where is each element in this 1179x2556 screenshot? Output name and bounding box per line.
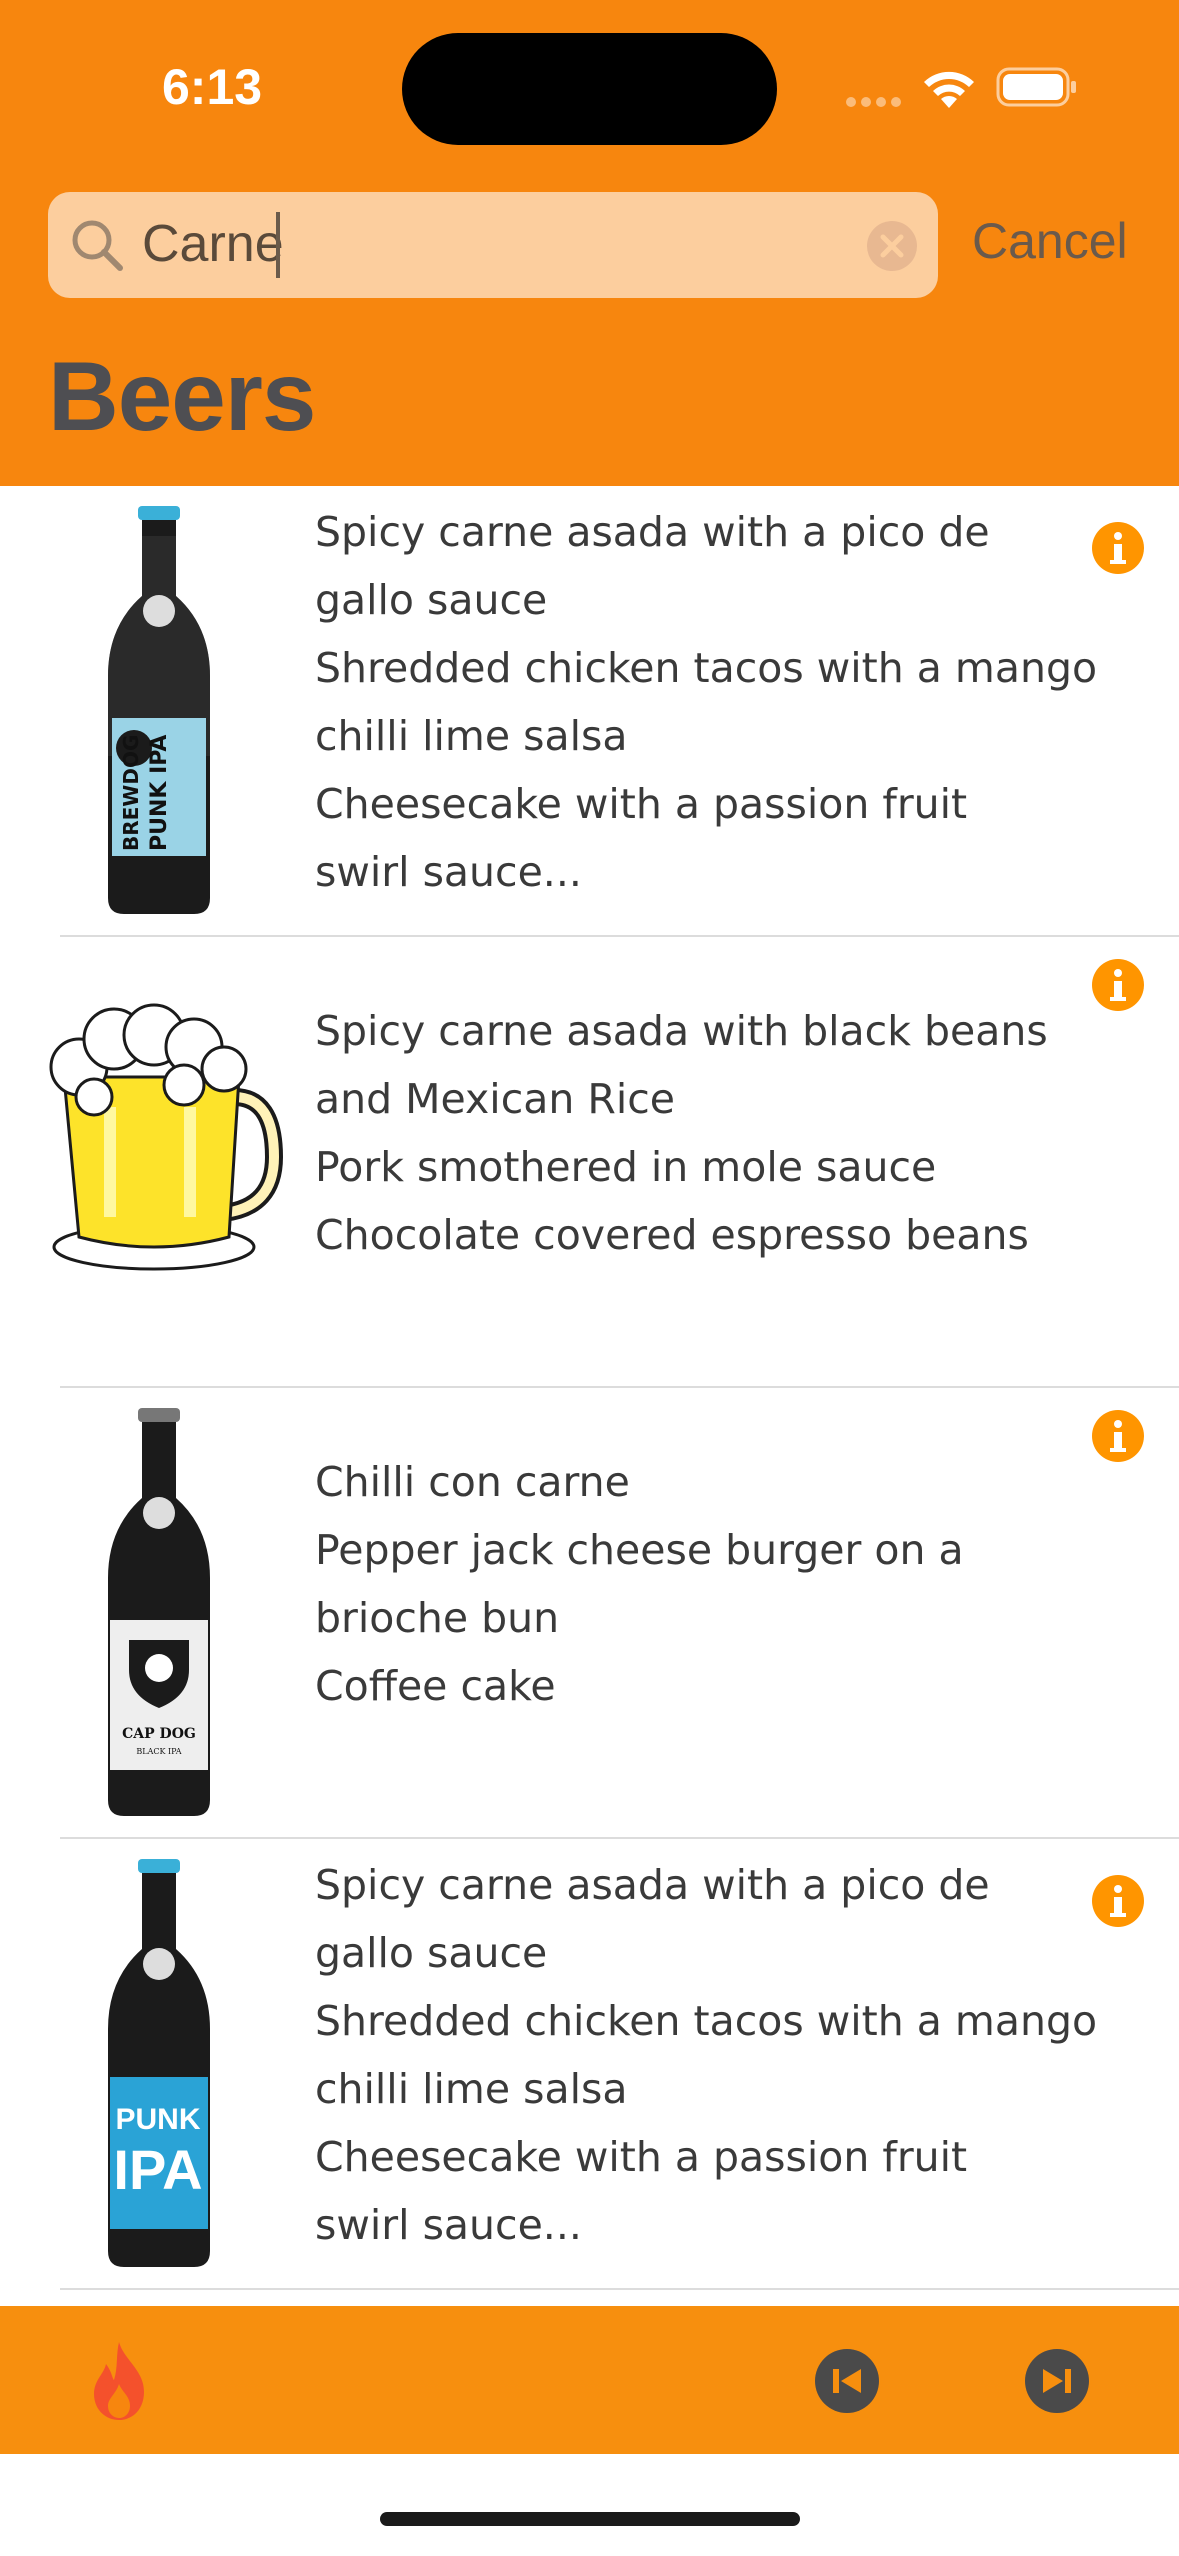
food-pairing-text: Chilli con carne Pepper jack cheese burg… <box>315 1458 964 1710</box>
food-pairing-text: Spicy carne asada with a pico de gallo s… <box>315 508 1098 896</box>
bottom-toolbar <box>0 2306 1179 2454</box>
previous-page-icon[interactable] <box>814 2348 880 2414</box>
beer-bottle-image: BREWDOG PUNK IPA <box>108 506 210 914</box>
home-indicator[interactable] <box>380 2512 800 2526</box>
beer-results-list[interactable]: BREWDOG PUNK IPA Spicy carne asada with … <box>0 486 1179 2306</box>
cellular-signal-icon <box>846 94 906 112</box>
search-field[interactable]: Carne <box>48 192 938 298</box>
status-time: 6:13 <box>162 59 263 115</box>
page-title: Beers <box>48 341 316 451</box>
flame-icon[interactable] <box>86 2340 152 2422</box>
next-page-icon[interactable] <box>1024 2348 1090 2414</box>
cancel-button[interactable]: Cancel <box>972 212 1128 270</box>
list-item[interactable]: PUNK IPA Spicy carne asada with a pico d… <box>0 1839 1179 2290</box>
food-pairing-text: Spicy carne asada with black beans and M… <box>315 1007 1048 1259</box>
beer-bottle-image: CAP DOG BLACK IPA <box>108 1408 210 1816</box>
beer-bottle-image: PUNK IPA <box>108 1859 210 2267</box>
row-separator <box>60 2288 1179 2290</box>
bottle-label-style: BLACK IPA <box>136 1747 181 1756</box>
beer-mug-image <box>49 1003 284 1271</box>
clear-text-icon[interactable] <box>866 220 918 272</box>
wifi-icon <box>924 71 974 108</box>
list-item[interactable]: CAP DOG BLACK IPA Chilli con carne Peppe… <box>0 1388 1179 1839</box>
search-input[interactable]: Carne <box>142 214 284 274</box>
food-pairing-text: Spicy carne asada with a pico de gallo s… <box>315 1861 1098 2249</box>
bottle-label-name: CAP DOG <box>122 1726 196 1742</box>
info-icon[interactable] <box>1090 1873 1146 1929</box>
search-icon <box>72 220 123 271</box>
dynamic-island <box>402 33 777 145</box>
info-icon[interactable] <box>1090 1408 1146 1464</box>
navigation-header: 6:13 Carne Cancel Beers <box>0 0 1179 486</box>
list-item[interactable]: BREWDOG PUNK IPA Spicy carne asada with … <box>0 486 1179 937</box>
text-caret <box>276 212 280 278</box>
bottle-label-brand: BREWDOG <box>119 735 143 851</box>
info-icon[interactable] <box>1090 520 1146 576</box>
bottle-label-name: PUNK <box>115 2103 200 2136</box>
info-icon[interactable] <box>1090 957 1146 1013</box>
bottle-label-name: PUNK IPA <box>147 735 172 851</box>
bottle-label-style: IPA <box>113 2138 202 2201</box>
list-item[interactable]: Spicy carne asada with black beans and M… <box>0 937 1179 1388</box>
battery-icon <box>996 67 1076 107</box>
